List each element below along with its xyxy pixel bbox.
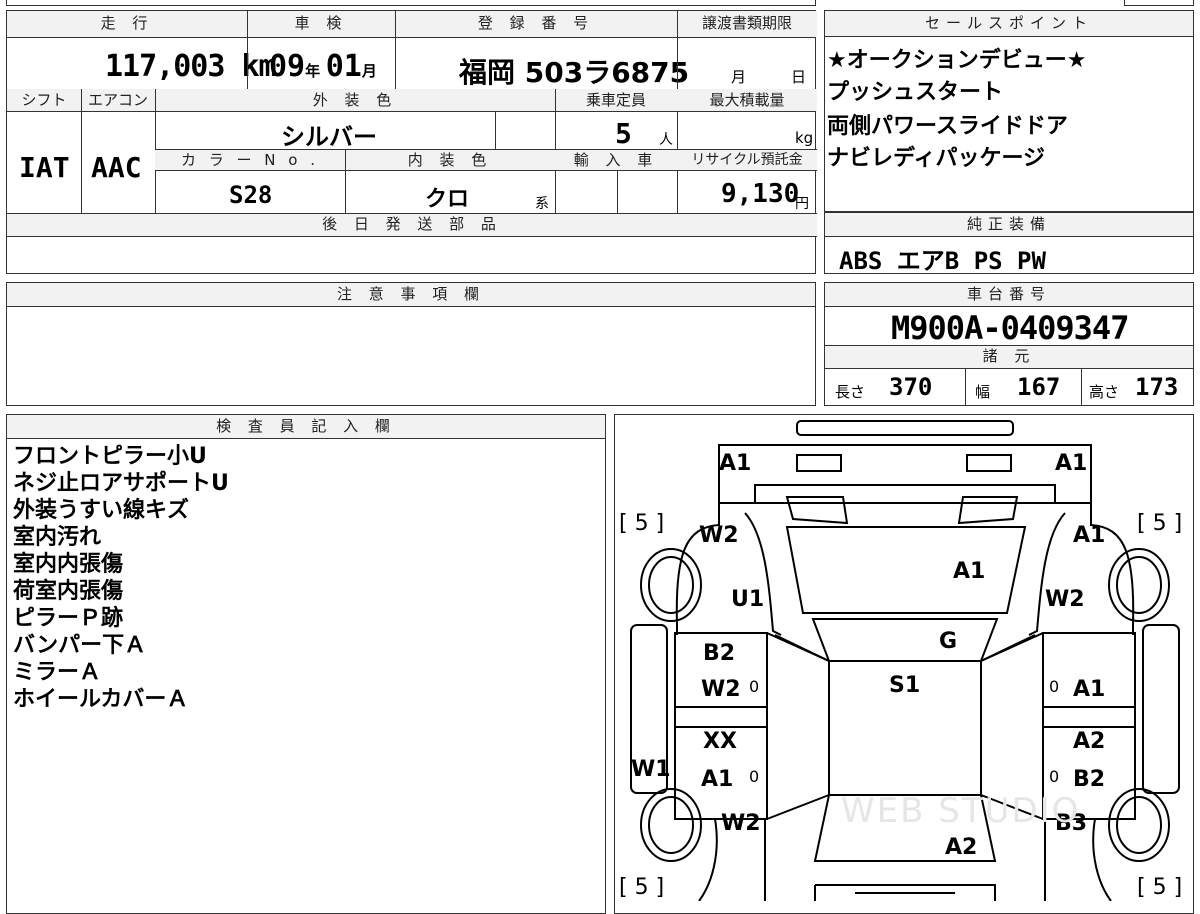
shift-value: IAT [19, 151, 70, 184]
registration-value: 福岡 503ラ6875 [459, 56, 690, 89]
chassis-box: 車台番号 M900A-0409347 諸 元 長さ 370 幅 167 高さ 1… [824, 282, 1194, 406]
mileage-value: 117,003 km [105, 49, 277, 84]
code-step-left: W1 [631, 757, 671, 782]
code-door-fl-1: B2 [703, 641, 736, 666]
code-fender-fr: A1 [1073, 523, 1106, 548]
exterior-color-header: 外 装 色 [312, 91, 398, 109]
inspector-line: ネジ止ロアサポートU [13, 471, 229, 496]
zero-rr: 0 [1049, 767, 1060, 786]
equipment-value: ABS エアB PS PW [839, 247, 1046, 275]
transfer-day: 日 [791, 68, 807, 86]
code-door-rr-2: B2 [1073, 767, 1106, 792]
top-cut-row-right [1124, 0, 1194, 6]
top-cut-row [6, 0, 816, 6]
shift-header: シフト [21, 91, 67, 109]
inspector-line: ミラーＡ [13, 660, 102, 685]
code-quarter-rl: W2 [721, 811, 761, 836]
tire-fr-grade: [ 5 ] [1137, 511, 1183, 536]
notes-box: 注 意 事 項 欄 [6, 282, 816, 406]
code-windshield: G [939, 629, 958, 654]
sales-point-item: ナビレディパッケージ [827, 146, 1046, 171]
sales-point-item: 両側パワースライドドア [827, 114, 1068, 139]
code-door-rl-2: A1 [701, 767, 734, 792]
inspector-line: ピラーＰ跡 [13, 606, 124, 631]
interior-color-value: クロ [425, 187, 470, 212]
equipment-box: 純正装備 ABS エアB PS PW [824, 212, 1194, 275]
notes-header: 注 意 事 項 欄 [336, 285, 486, 303]
aircon-value: AAC [91, 151, 142, 184]
code-front-right: A1 [1055, 451, 1088, 476]
code-bonnet: A1 [953, 559, 986, 584]
sales-point-item: プッシュスタート [827, 80, 1004, 105]
length-value: 370 [889, 373, 933, 401]
inspector-line: 室内汚れ [13, 525, 102, 550]
later-parts-header: 後 日 発 送 部 品 [322, 215, 502, 233]
specs-header: 諸 元 [982, 347, 1036, 365]
recycle-value: 9,130 [721, 179, 800, 209]
code-front-left: A1 [719, 451, 752, 476]
inspector-box: 検 査 員 記 入 欄 フロントピラー小U ネジ止ロアサポートU 外装うすい線キ… [6, 414, 606, 914]
inspection-year: 09 [269, 49, 306, 84]
aircon-header: エアコン [87, 91, 148, 109]
zero-rl: 0 [749, 767, 760, 786]
height-value: 173 [1135, 373, 1179, 401]
sales-point-item: ★オークションデビュー★ [827, 48, 1087, 73]
code-pillar-left: U1 [731, 587, 765, 612]
year-unit: 年 [305, 62, 321, 80]
vehicle-info-table: 走 行 車 検 登 録 番 号 譲渡書類期限 117,003 km 09年 01… [6, 10, 817, 274]
inspection-header: 車 検 [294, 14, 348, 32]
chassis-value: M900A-0409347 [891, 309, 1129, 347]
inspector-line: バンパー下Ａ [13, 633, 147, 658]
code-door-rr-1: A2 [1073, 729, 1106, 754]
code-door-fl-2: W2 [701, 677, 741, 702]
inspector-line: 室内内張傷 [13, 552, 124, 577]
inspector-header: 検 査 員 記 入 欄 [216, 417, 396, 435]
code-door-rl-1: XX [703, 729, 737, 754]
interior-color-header: 内 装 色 [407, 151, 493, 169]
code-rear: A2 [945, 835, 978, 860]
car-diagram-box: A1 A1 [ 5 ] [ 5 ] W2 A1 A1 U1 W2 G B2 S1… [614, 414, 1194, 914]
recycle-unit: 円 [795, 196, 809, 212]
interior-suffix: 系 [535, 196, 549, 212]
import-header: 輸 入 車 [573, 151, 659, 169]
capacity-value: 5 [615, 117, 632, 150]
recycle-header: リサイクル預託金 [691, 152, 803, 168]
mileage-header: 走 行 [100, 14, 154, 32]
tire-fl-grade: [ 5 ] [619, 511, 665, 536]
equipment-header: 純正装備 [966, 215, 1051, 233]
length-label: 長さ [835, 383, 866, 401]
month-unit: 月 [361, 62, 377, 80]
inspector-line: 荷室内張傷 [13, 579, 124, 604]
inspector-line: ホイールカバーＡ [13, 687, 189, 712]
tire-rl-grade: [ 5 ] [619, 875, 665, 900]
max-load-unit: kg [795, 129, 814, 147]
capacity-unit: 人 [659, 132, 673, 148]
max-load-header: 最大積載量 [709, 91, 785, 109]
code-door-fr: A1 [1073, 677, 1106, 702]
color-no-header: カ ラ ー N o . [180, 151, 319, 169]
sales-points-header: セールスポイント [924, 14, 1093, 32]
watermark: WEB STUDIO [841, 791, 1081, 831]
tire-rr-grade: [ 5 ] [1137, 875, 1183, 900]
width-label: 幅 [975, 383, 991, 401]
sales-points-box: セールスポイント ★オークションデビュー★ プッシュスタート 両側パワースライド… [824, 10, 1194, 212]
code-fender-fl: W2 [699, 523, 739, 548]
inspector-line: 外装うすい線キズ [13, 498, 190, 523]
color-no-value: S28 [229, 181, 273, 209]
capacity-header: 乗車定員 [585, 91, 646, 109]
height-label: 高さ [1089, 383, 1120, 401]
inspector-line: フロントピラー小U [13, 444, 207, 469]
zero-fr: 0 [1049, 677, 1060, 696]
exterior-color-value: シルバー [281, 123, 377, 151]
registration-header: 登 録 番 号 [477, 14, 595, 32]
zero-fl: 0 [749, 677, 760, 696]
code-roof: S1 [889, 673, 921, 698]
inspection-month: 01 [325, 49, 362, 84]
width-value: 167 [1017, 373, 1061, 401]
inspection-value: 09年 01月 [269, 49, 377, 84]
code-fender-fr2: W2 [1045, 587, 1085, 612]
transfer-deadline-header: 譲渡書類期限 [701, 14, 792, 32]
chassis-header: 車台番号 [966, 285, 1051, 303]
transfer-month: 月 [731, 68, 747, 86]
